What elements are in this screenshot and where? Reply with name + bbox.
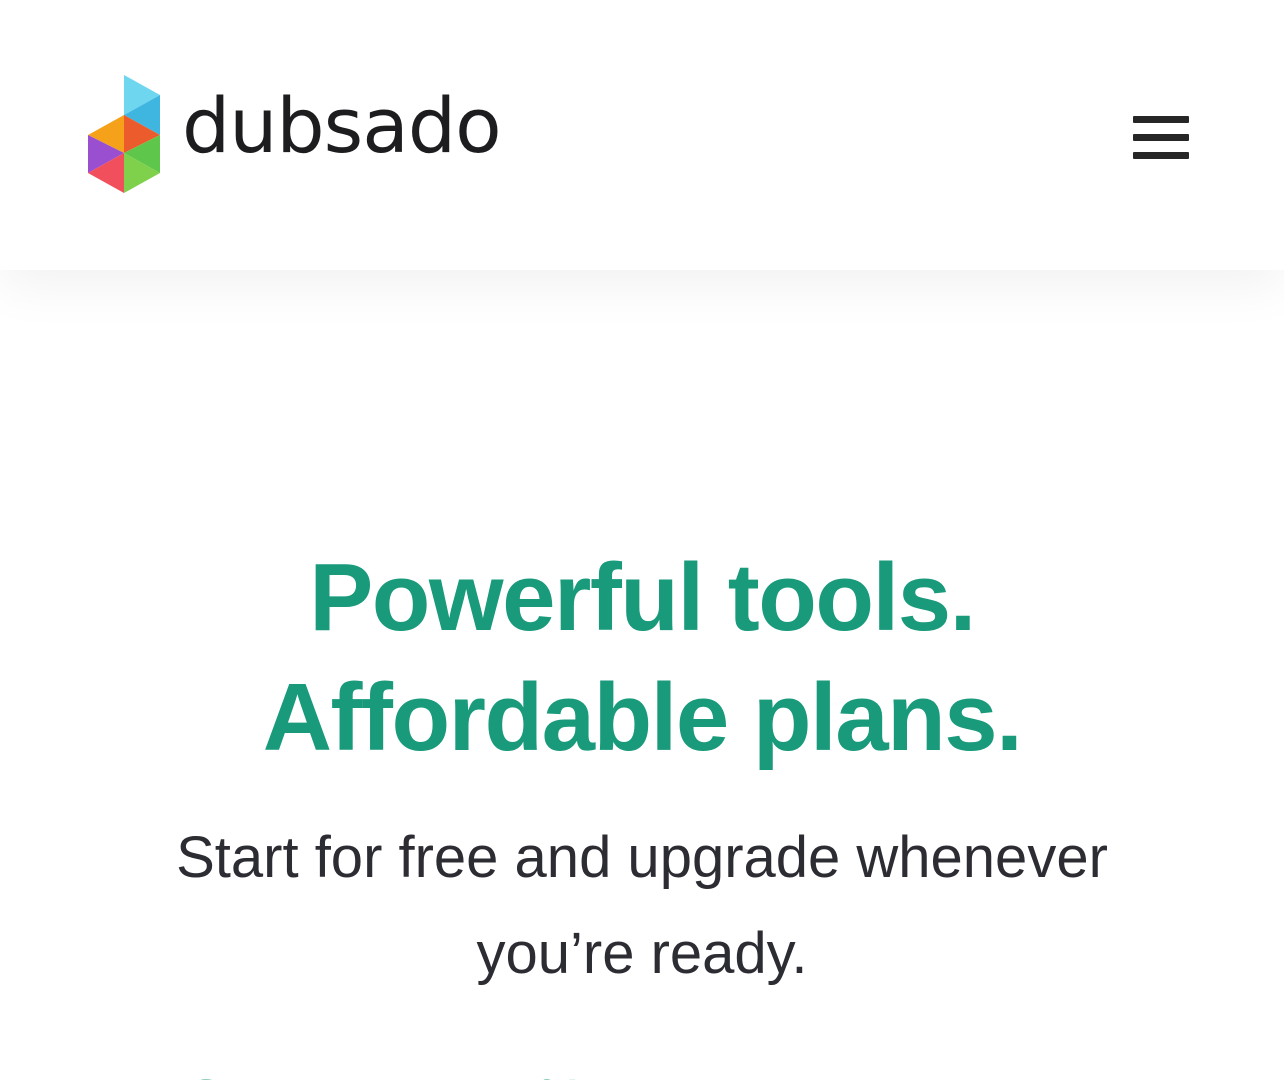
savings-text: Save up to 15% bbox=[188, 1068, 584, 1080]
hero-headline: Powerful tools. Affordable plans. bbox=[0, 538, 1284, 778]
brand-name: dubsado bbox=[182, 81, 502, 170]
headline-line-2: Affordable plans. bbox=[262, 664, 1023, 771]
hamburger-menu-button[interactable] bbox=[1126, 110, 1196, 166]
site-header: dubsado bbox=[0, 0, 1284, 270]
home-logo-link[interactable]: dubsado bbox=[88, 74, 502, 194]
dubsado-logo-icon bbox=[88, 75, 160, 193]
pricing-page: dubsado Powerful tools. Affordable plans… bbox=[0, 0, 1284, 1080]
hero-section: Powerful tools. Affordable plans. Start … bbox=[0, 270, 1284, 1080]
headline-line-1: Powerful tools. bbox=[309, 544, 976, 651]
hero-subheadline: Start for free and upgrade whenever you’… bbox=[176, 825, 1108, 986]
